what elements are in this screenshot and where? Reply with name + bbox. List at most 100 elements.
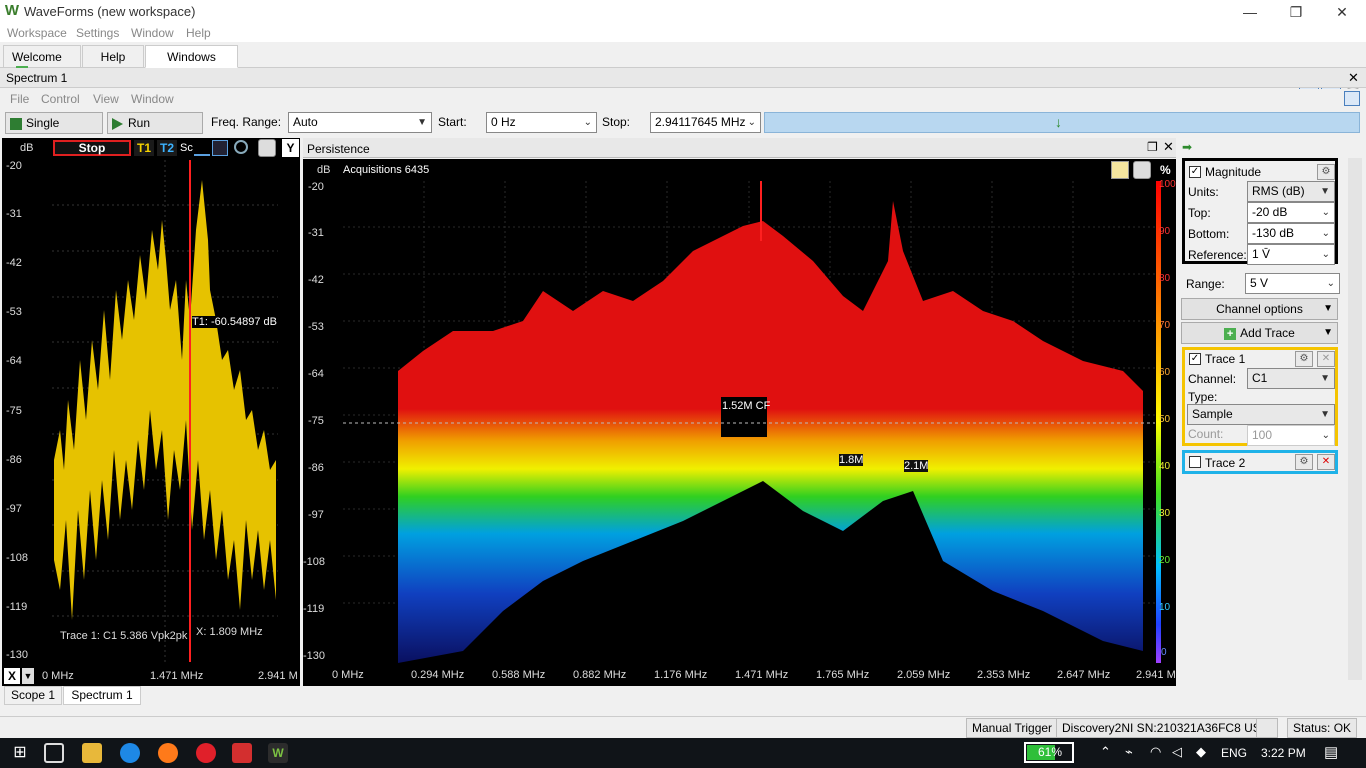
tab-help[interactable]: Help: [82, 45, 144, 68]
menu-settings[interactable]: Settings: [76, 26, 119, 40]
chevron-up-icon[interactable]: ⌃: [1100, 744, 1111, 760]
opera-icon[interactable]: [196, 743, 216, 763]
notifications-icon[interactable]: ▤: [1324, 743, 1338, 761]
stop-status[interactable]: Stop: [53, 140, 131, 156]
reference-select[interactable]: 1 V̄ ⌄: [1247, 244, 1335, 265]
acquisition-progress[interactable]: ↓: [764, 112, 1360, 133]
settings-icon[interactable]: ⚙: [1295, 351, 1313, 367]
clock[interactable]: 3:22 PM: [1261, 746, 1306, 760]
t1-button[interactable]: T1: [134, 140, 154, 156]
y-axis-button[interactable]: Y: [282, 139, 299, 157]
tab-windows[interactable]: Windows: [145, 45, 238, 68]
menu-file[interactable]: File: [10, 92, 29, 106]
close-window-button[interactable]: ✕: [1319, 0, 1365, 24]
menu-window[interactable]: Window: [131, 26, 174, 40]
add-trace-button[interactable]: + Add Trace ▼: [1181, 322, 1338, 344]
settings-icon[interactable]: ⚙: [1295, 454, 1313, 470]
remove-trace-icon[interactable]: ✕: [1317, 454, 1335, 470]
top-value: -20 dB: [1252, 205, 1288, 219]
y-tick: -119: [6, 601, 28, 613]
minimize-button[interactable]: —: [1227, 0, 1273, 24]
tab-welcome[interactable]: Welcome+: [3, 45, 81, 78]
device-icon[interactable]: [1256, 718, 1278, 738]
chevron-down-icon[interactable]: ▼: [22, 668, 34, 684]
arrow-right-icon[interactable]: ➡: [1182, 140, 1192, 154]
scale-tick: 50: [1159, 414, 1171, 425]
freq-range-select[interactable]: Auto ▼: [288, 112, 432, 133]
brush-icon[interactable]: [1111, 161, 1129, 179]
stop-select[interactable]: 2.94117645 MHz ⌄: [650, 112, 761, 133]
start-value: 0 Hz: [491, 115, 516, 129]
menu-workspace[interactable]: Workspace: [7, 26, 67, 40]
start-select[interactable]: 0 Hz ⌄: [486, 112, 597, 133]
count-input[interactable]: 100 ⌄: [1247, 425, 1335, 446]
edge-icon[interactable]: [120, 743, 140, 763]
units-value: RMS (dB): [1252, 184, 1305, 198]
top-select[interactable]: -20 dB ⌄: [1247, 202, 1335, 223]
run-button[interactable]: Run: [107, 112, 203, 134]
x-tick: 2.647 MHz: [1057, 669, 1111, 681]
menu-view[interactable]: View: [93, 92, 119, 106]
single-button[interactable]: Single: [5, 112, 103, 134]
battery-indicator[interactable]: 61%: [1024, 742, 1074, 763]
channel-select[interactable]: C1 ▼: [1247, 368, 1335, 389]
settings-icon[interactable]: [258, 139, 276, 157]
trace2-checkbox[interactable]: [1189, 456, 1201, 468]
status-bar: Manual Trigger Discovery2NI SN:210321A36…: [0, 716, 1366, 738]
settings-icon[interactable]: ⚙: [1317, 164, 1335, 180]
power-icon[interactable]: ⌁: [1125, 744, 1133, 760]
firefox-icon[interactable]: [158, 743, 178, 763]
menu-help[interactable]: Help: [186, 26, 211, 40]
sidebar-scrollbar[interactable]: [1348, 158, 1362, 680]
persistence-heatmap[interactable]: [343, 181, 1155, 663]
channel-options-button[interactable]: Channel options ▼: [1181, 298, 1338, 320]
volume-icon[interactable]: ◁: [1172, 744, 1182, 760]
settings-icon[interactable]: [1133, 161, 1151, 179]
waveforms-taskbar-icon[interactable]: W: [268, 743, 288, 763]
units-select[interactable]: RMS (dB) ▼: [1247, 181, 1335, 202]
file-explorer-icon[interactable]: [82, 743, 102, 763]
task-view-icon[interactable]: [44, 743, 64, 763]
dropbox-icon[interactable]: ◆: [1196, 744, 1206, 760]
y-tick: -130: [6, 649, 29, 661]
y-tick: -20: [308, 181, 324, 193]
dock-icon[interactable]: [1344, 91, 1360, 106]
type-select[interactable]: Sample ▼: [1187, 404, 1335, 425]
x-tick: 0.588 MHz: [492, 669, 546, 681]
device-button[interactable]: Discovery2NI SN:210321A36FC8 USB: [1056, 718, 1275, 738]
x-tick: 1.176 MHz: [654, 669, 708, 681]
float-icon[interactable]: ❐: [1147, 140, 1158, 154]
windows-start-icon[interactable]: ⊞: [10, 743, 30, 763]
app-logo-icon: W: [4, 2, 20, 19]
close-icon[interactable]: ✕: [1163, 139, 1174, 155]
stop-value: 2.94117645 MHz: [655, 115, 746, 129]
zoom-icon[interactable]: [234, 140, 248, 154]
menu-control[interactable]: Control: [41, 92, 80, 106]
close-instrument-button[interactable]: ✕: [1348, 70, 1359, 86]
magnitude-trace-plot[interactable]: [52, 160, 278, 662]
language-indicator[interactable]: ENG: [1221, 746, 1247, 760]
chart-icon[interactable]: [212, 140, 228, 156]
remove-trace-icon[interactable]: ✕: [1317, 351, 1335, 367]
freq-range-value: Auto: [293, 115, 318, 129]
manual-trigger-button[interactable]: Manual Trigger: [966, 718, 1059, 738]
tab-scope-1[interactable]: Scope 1: [4, 686, 62, 705]
range-select[interactable]: 5 V ⌄: [1245, 273, 1340, 294]
magnitude-label: Magnitude: [1205, 165, 1262, 179]
t2-button[interactable]: T2: [157, 140, 177, 156]
main-menu-bar: Workspace Settings Window Help: [0, 24, 1366, 42]
status-indicator[interactable]: Status: OK: [1287, 718, 1358, 738]
wifi-icon[interactable]: ◠: [1150, 744, 1161, 760]
ruler-icon[interactable]: [194, 140, 210, 156]
pdf-reader-icon[interactable]: [232, 743, 252, 763]
menu-instrument-window[interactable]: Window: [131, 92, 174, 106]
sc-button[interactable]: Sc: [180, 142, 193, 154]
add-icon: +: [1224, 327, 1237, 340]
trace1-checkbox[interactable]: ✓: [1189, 353, 1201, 365]
x-axis-button[interactable]: X: [4, 668, 20, 684]
bottom-select[interactable]: -130 dB ⌄: [1247, 223, 1335, 244]
restore-button[interactable]: ❐: [1273, 0, 1319, 24]
magnitude-checkbox[interactable]: ✓: [1189, 166, 1201, 178]
tab-spectrum-1[interactable]: Spectrum 1: [63, 686, 141, 705]
channel-value: C1: [1252, 371, 1268, 385]
